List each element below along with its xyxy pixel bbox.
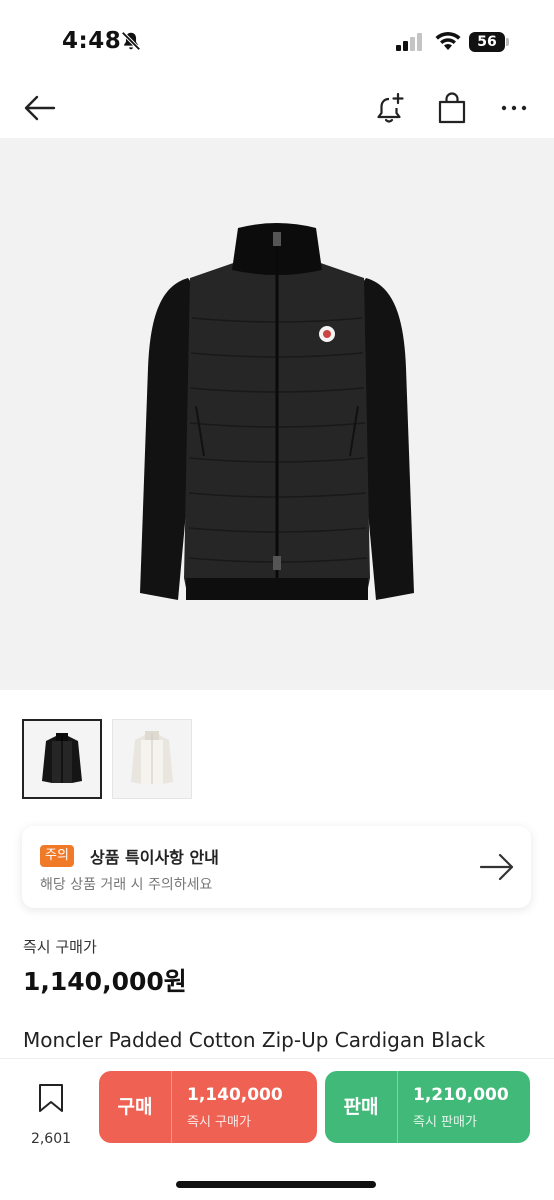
more-icon[interactable]	[496, 90, 532, 126]
thumbnail-white-jacket-image	[131, 731, 173, 784]
sell-price: 1,210,000	[413, 1085, 509, 1105]
arrow-right-icon[interactable]	[478, 850, 516, 884]
product-image[interactable]	[0, 138, 554, 690]
jacket-illustration	[140, 223, 414, 600]
thumbnail-black-jacket[interactable]	[22, 719, 102, 799]
buy-divider	[171, 1071, 172, 1143]
caution-badge: 주의	[40, 845, 74, 867]
price-label: 즉시 구매가	[23, 938, 97, 956]
sell-sub-label: 즉시 판매가	[413, 1115, 477, 1130]
sell-label: 판매	[343, 1096, 379, 1118]
sell-divider	[397, 1071, 398, 1143]
notice-title: 상품 특이사항 안내	[90, 848, 219, 867]
wifi-icon	[435, 31, 461, 50]
bell-off-icon	[121, 31, 141, 51]
buy-sub-label: 즉시 구매가	[187, 1115, 251, 1130]
battery-level: 56	[469, 32, 505, 52]
buy-label: 구매	[117, 1096, 153, 1118]
sell-button[interactable]: 판매 1,210,000 즉시 판매가	[325, 1071, 530, 1143]
notice-card[interactable]: 주의 상품 특이사항 안내 해당 상품 거래 시 주의하세요	[22, 826, 531, 908]
status-time: 4:48	[62, 28, 122, 54]
price-value: 1,140,000원	[23, 967, 187, 996]
buy-button[interactable]: 구매 1,140,000 즉시 구매가	[99, 1071, 317, 1143]
home-indicator[interactable]	[176, 1181, 376, 1188]
bookmark-icon	[39, 1084, 63, 1112]
thumbnail-black-jacket-image	[42, 733, 82, 783]
alert-add-icon[interactable]	[372, 90, 408, 126]
bookmark-count: 2,601	[30, 1131, 72, 1147]
battery-cap	[506, 38, 509, 46]
battery-icon: 56	[469, 32, 509, 52]
bottom-action-bar: 2,601 구매 1,140,000 즉시 구매가 판매 1,210,000 즉…	[0, 1058, 554, 1200]
back-arrow-icon[interactable]	[22, 90, 58, 126]
notice-subtitle: 해당 상품 거래 시 주의하세요	[40, 877, 213, 893]
signal-icon	[396, 33, 422, 51]
bookmark-button[interactable]: 2,601	[22, 1077, 80, 1147]
thumbnail-white-jacket[interactable]	[112, 719, 192, 799]
nav-bar	[0, 80, 554, 136]
status-bar: 4:48 56	[0, 0, 554, 80]
product-title: Moncler Padded Cotton Zip-Up Cardigan Bl…	[23, 1028, 486, 1052]
buy-price: 1,140,000	[187, 1085, 283, 1105]
shopping-bag-icon[interactable]	[434, 90, 470, 126]
